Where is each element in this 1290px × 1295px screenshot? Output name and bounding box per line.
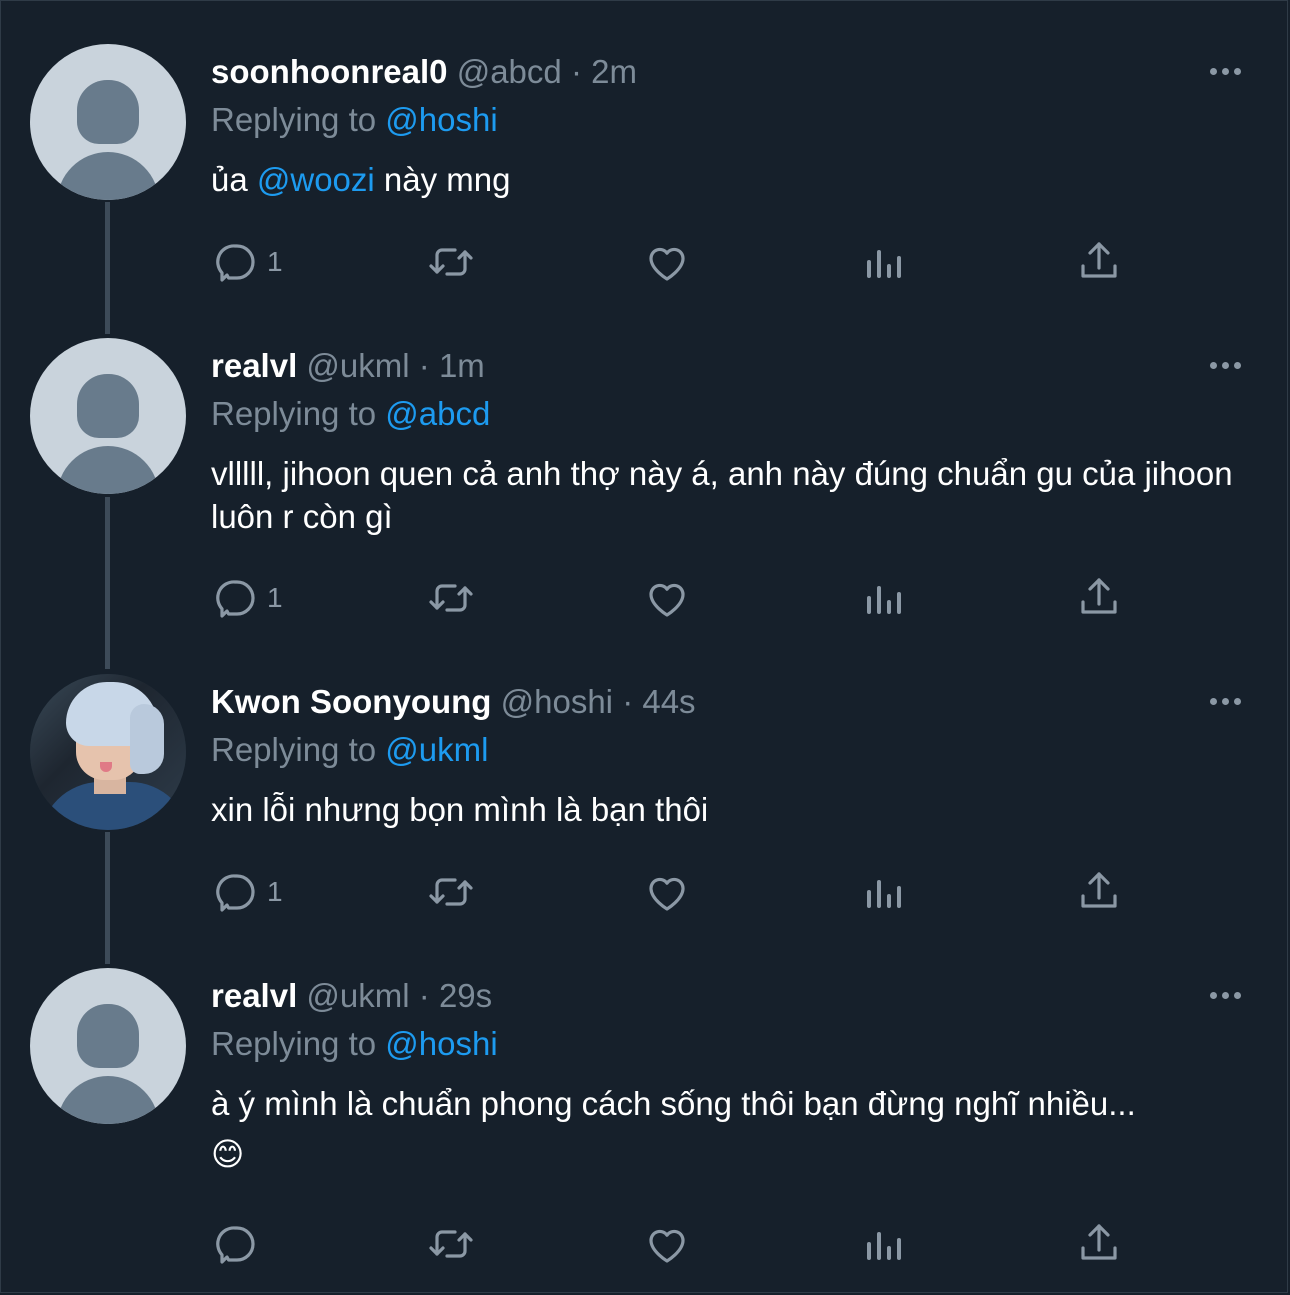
retweet-icon — [429, 248, 473, 276]
analytics-icon — [867, 1232, 901, 1260]
analytics-icon — [867, 586, 901, 614]
default-avatar-icon[interactable] — [30, 44, 186, 200]
tweet-content: Kwon Soonyoung @hoshi · 44s Replying to … — [211, 674, 1250, 831]
share-icon — [1081, 872, 1117, 908]
retweet-button[interactable] — [427, 573, 475, 623]
display-name[interactable]: Kwon Soonyoung — [211, 683, 491, 720]
reply-mention-link[interactable]: @ukml — [385, 731, 488, 768]
default-avatar-icon[interactable] — [30, 968, 186, 1124]
tweet-content: realvl @ukml · 29s Replying to @hoshi à … — [211, 968, 1250, 1176]
thread-line — [105, 832, 110, 964]
reply-icon — [216, 874, 255, 912]
reply-mention-link[interactable]: @hoshi — [385, 101, 497, 138]
like-button[interactable] — [643, 573, 691, 623]
retweet-button[interactable] — [427, 1219, 475, 1269]
profile-photo[interactable] — [30, 674, 186, 830]
reply-button[interactable]: 1 — [211, 237, 283, 287]
handle[interactable]: @abcd — [457, 53, 562, 90]
like-icon — [649, 247, 685, 281]
reply-icon — [216, 580, 255, 618]
replying-to: Replying to @hoshi — [211, 1024, 1250, 1064]
replying-to: Replying to @hoshi — [211, 100, 1250, 140]
analytics-button[interactable] — [859, 1219, 907, 1269]
share-button[interactable] — [1075, 573, 1123, 623]
handle[interactable]: @ukml — [306, 977, 409, 1014]
tweet-text-part: này mng — [374, 161, 511, 198]
thread-line — [105, 497, 110, 669]
like-icon — [649, 583, 685, 617]
like-button[interactable] — [643, 867, 691, 917]
reply-mention-link[interactable]: @abcd — [385, 395, 490, 432]
retweet-icon — [429, 878, 473, 906]
timestamp[interactable]: · 1m — [419, 347, 485, 384]
more-options-icon[interactable] — [1205, 681, 1245, 721]
tweet-content: realvl @ukml · 1m Replying to @abcd vlll… — [211, 338, 1250, 538]
display-name[interactable]: realvl — [211, 347, 297, 384]
retweet-button[interactable] — [427, 237, 475, 287]
share-icon — [1081, 1224, 1117, 1260]
reply-count: 1 — [267, 246, 283, 277]
reply-icon — [216, 244, 255, 282]
share-button[interactable] — [1075, 237, 1123, 287]
like-icon — [649, 1229, 685, 1263]
tweet-actions: 1 — [211, 573, 1290, 623]
reply-button[interactable] — [211, 1219, 267, 1269]
replying-to: Replying to @ukml — [211, 730, 1250, 770]
reply-count: 1 — [267, 876, 283, 907]
handle[interactable]: @hoshi — [501, 683, 613, 720]
reply-icon — [216, 1226, 255, 1264]
replying-to: Replying to @abcd — [211, 394, 1250, 434]
timestamp[interactable]: · 44s — [622, 683, 695, 720]
default-avatar-icon[interactable] — [30, 338, 186, 494]
analytics-button[interactable] — [859, 573, 907, 623]
like-button[interactable] — [643, 237, 691, 287]
replying-label: Replying to — [211, 1025, 386, 1062]
tweet-content: soonhoonreal0 @abcd · 2m Replying to @ho… — [211, 44, 1250, 201]
tweet-actions — [211, 1219, 1290, 1269]
analytics-button[interactable] — [859, 237, 907, 287]
tweet-text: à ý mình là chuẩn phong cách sống thôi b… — [211, 1082, 1250, 1176]
tweet-text: ủa @woozi này mng — [211, 158, 1250, 201]
analytics-icon — [867, 880, 901, 908]
smile-emoji-icon: 😊 — [211, 1136, 245, 1172]
more-options-icon[interactable] — [1205, 345, 1245, 385]
share-icon — [1081, 242, 1117, 278]
share-button[interactable] — [1075, 867, 1123, 917]
tweet-text: vlllll, jihoon quen cả anh thợ này á, an… — [211, 455, 1233, 535]
reply-button[interactable]: 1 — [211, 867, 283, 917]
tweet-text-line: à ý mình là chuẩn phong cách sống thôi b… — [211, 1085, 1136, 1122]
share-icon — [1081, 578, 1117, 614]
display-name[interactable]: realvl — [211, 977, 297, 1014]
replying-label: Replying to — [211, 731, 386, 768]
timestamp[interactable]: · 29s — [419, 977, 492, 1014]
reply-count: 1 — [267, 582, 283, 613]
handle[interactable]: @ukml — [306, 347, 409, 384]
retweet-button[interactable] — [427, 867, 475, 917]
display-name[interactable]: soonhoonreal0 — [211, 53, 448, 90]
like-icon — [649, 877, 685, 911]
analytics-button[interactable] — [859, 867, 907, 917]
tweet-actions: 1 — [211, 867, 1290, 917]
replying-label: Replying to — [211, 395, 386, 432]
like-button[interactable] — [643, 1219, 691, 1269]
reply-button[interactable]: 1 — [211, 573, 283, 623]
retweet-icon — [429, 1230, 473, 1258]
analytics-icon — [867, 250, 901, 278]
share-button[interactable] — [1075, 1219, 1123, 1269]
reply-mention-link[interactable]: @hoshi — [385, 1025, 497, 1062]
more-options-icon[interactable] — [1205, 975, 1245, 1015]
timestamp[interactable]: · 2m — [571, 53, 637, 90]
more-options-icon[interactable] — [1205, 51, 1245, 91]
replying-label: Replying to — [211, 101, 386, 138]
retweet-icon — [429, 584, 473, 612]
tweet-text-part: ủa — [211, 161, 257, 198]
mention-link[interactable]: @woozi — [257, 161, 375, 198]
thread-line — [105, 202, 110, 334]
tweet-text: xin lỗi nhưng bọn mình là bạn thôi — [211, 791, 709, 828]
tweet-actions: 1 — [211, 237, 1290, 287]
